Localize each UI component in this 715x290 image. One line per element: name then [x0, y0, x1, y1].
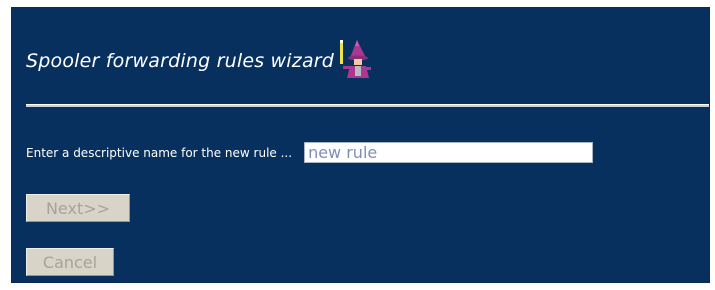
cancel-button[interactable]: Cancel	[26, 248, 114, 276]
wizard-panel: Spooler forwarding rules wizard Enter a …	[12, 8, 709, 282]
wizard-header: Spooler forwarding rules wizard	[26, 36, 378, 78]
rule-name-row: Enter a descriptive name for the new rul…	[26, 142, 594, 163]
wizard-title: Spooler forwarding rules wizard	[26, 50, 335, 72]
rule-name-input[interactable]	[304, 142, 594, 163]
header-divider	[26, 104, 709, 107]
rule-name-prompt: Enter a descriptive name for the new rul…	[26, 145, 293, 160]
wizard-icon	[340, 40, 372, 78]
next-button[interactable]: Next>>	[26, 194, 130, 222]
